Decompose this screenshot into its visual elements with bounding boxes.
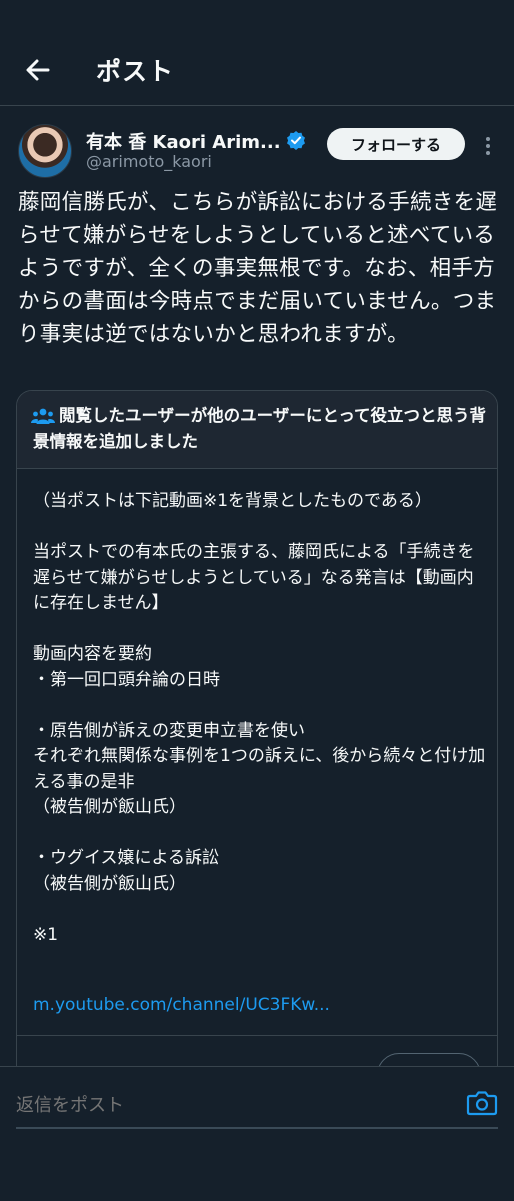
- community-note-link[interactable]: m.youtube.com/channel/UC3FKw...: [33, 995, 330, 1015]
- community-note-title: 閲覧したユーザーが他のユーザーにとって役立つと思う背景情報を追加しました: [33, 406, 487, 451]
- page-title: ポスト: [96, 57, 175, 86]
- community-note: 閲覧したユーザーが他のユーザーにとって役立つと思う背景情報を追加しました （当ポ…: [16, 390, 498, 1090]
- verified-badge-icon[interactable]: [286, 130, 306, 150]
- divider: [17, 1035, 497, 1036]
- tweet-text: 藤岡信勝氏が、こちらが訴訟における手続きを遅らせて嫌がらせをしようとしていると述…: [18, 190, 498, 347]
- author-avatar[interactable]: [18, 124, 72, 178]
- community-note-body: （当ポストは下記動画※1を背景としたものである） 当ポストでの有本氏の主張する、…: [33, 491, 486, 945]
- follow-button[interactable]: フォローする: [327, 128, 465, 160]
- more-options-icon[interactable]: [478, 134, 498, 158]
- camera-icon[interactable]: [466, 1089, 498, 1117]
- reply-underline: [16, 1127, 498, 1129]
- top-bar: ポスト: [0, 0, 514, 106]
- community-note-header: 閲覧したユーザーが他のユーザーにとって役立つと思う背景情報を追加しました: [17, 391, 497, 469]
- reply-input[interactable]: [16, 1089, 436, 1121]
- author-handle[interactable]: @arimoto_kaori: [86, 152, 212, 171]
- back-arrow-icon[interactable]: [22, 54, 54, 86]
- reply-bar: [0, 1066, 514, 1201]
- author-name[interactable]: 有本 香 Kaori Arim...: [86, 128, 281, 154]
